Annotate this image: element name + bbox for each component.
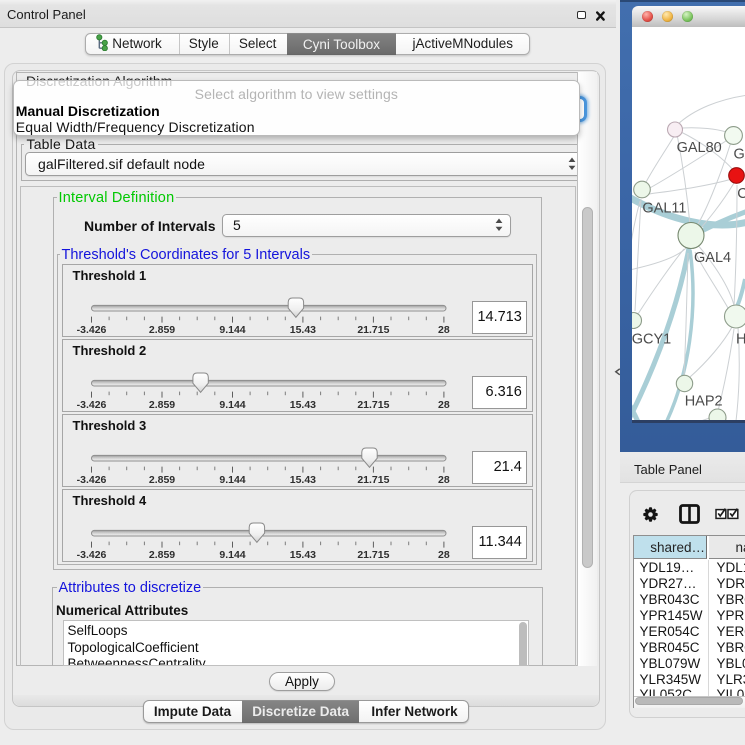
svg-text:15.43: 15.43 bbox=[290, 324, 316, 336]
svg-text:21.715: 21.715 bbox=[357, 549, 389, 561]
svg-text:-3.426: -3.426 bbox=[77, 474, 107, 486]
svg-text:9.144: 9.144 bbox=[219, 549, 245, 561]
svg-text:28: 28 bbox=[438, 399, 450, 411]
svg-text:21.715: 21.715 bbox=[357, 474, 389, 486]
svg-text:-3.426: -3.426 bbox=[77, 324, 107, 336]
svg-text:2.859: 2.859 bbox=[149, 474, 175, 486]
svg-text:9.144: 9.144 bbox=[219, 474, 245, 486]
svg-text:GA: GA bbox=[734, 147, 745, 163]
svg-text:21.715: 21.715 bbox=[357, 399, 389, 411]
svg-text:28: 28 bbox=[438, 549, 450, 561]
svg-text:GAL11: GAL11 bbox=[642, 201, 686, 217]
svg-text:15.43: 15.43 bbox=[290, 399, 316, 411]
svg-text:HAP2: HAP2 bbox=[685, 394, 723, 410]
svg-text:2.859: 2.859 bbox=[149, 399, 175, 411]
svg-text:C: C bbox=[737, 186, 745, 202]
svg-text:28: 28 bbox=[438, 474, 450, 486]
svg-text:-3.426: -3.426 bbox=[77, 399, 107, 411]
svg-text:H: H bbox=[736, 332, 745, 348]
svg-text:9.144: 9.144 bbox=[219, 399, 245, 411]
svg-text:21.715: 21.715 bbox=[357, 324, 389, 336]
svg-text:-3.426: -3.426 bbox=[77, 549, 107, 561]
svg-text:GAL80: GAL80 bbox=[677, 140, 722, 156]
svg-text:9.144: 9.144 bbox=[219, 324, 245, 336]
svg-text:2.859: 2.859 bbox=[149, 549, 175, 561]
svg-text:15.43: 15.43 bbox=[290, 549, 316, 561]
svg-text:28: 28 bbox=[438, 324, 450, 336]
svg-text:GAL4: GAL4 bbox=[694, 250, 731, 266]
svg-text:2.859: 2.859 bbox=[149, 324, 175, 336]
svg-text:15.43: 15.43 bbox=[290, 474, 316, 486]
svg-text:GCY1: GCY1 bbox=[632, 332, 671, 348]
